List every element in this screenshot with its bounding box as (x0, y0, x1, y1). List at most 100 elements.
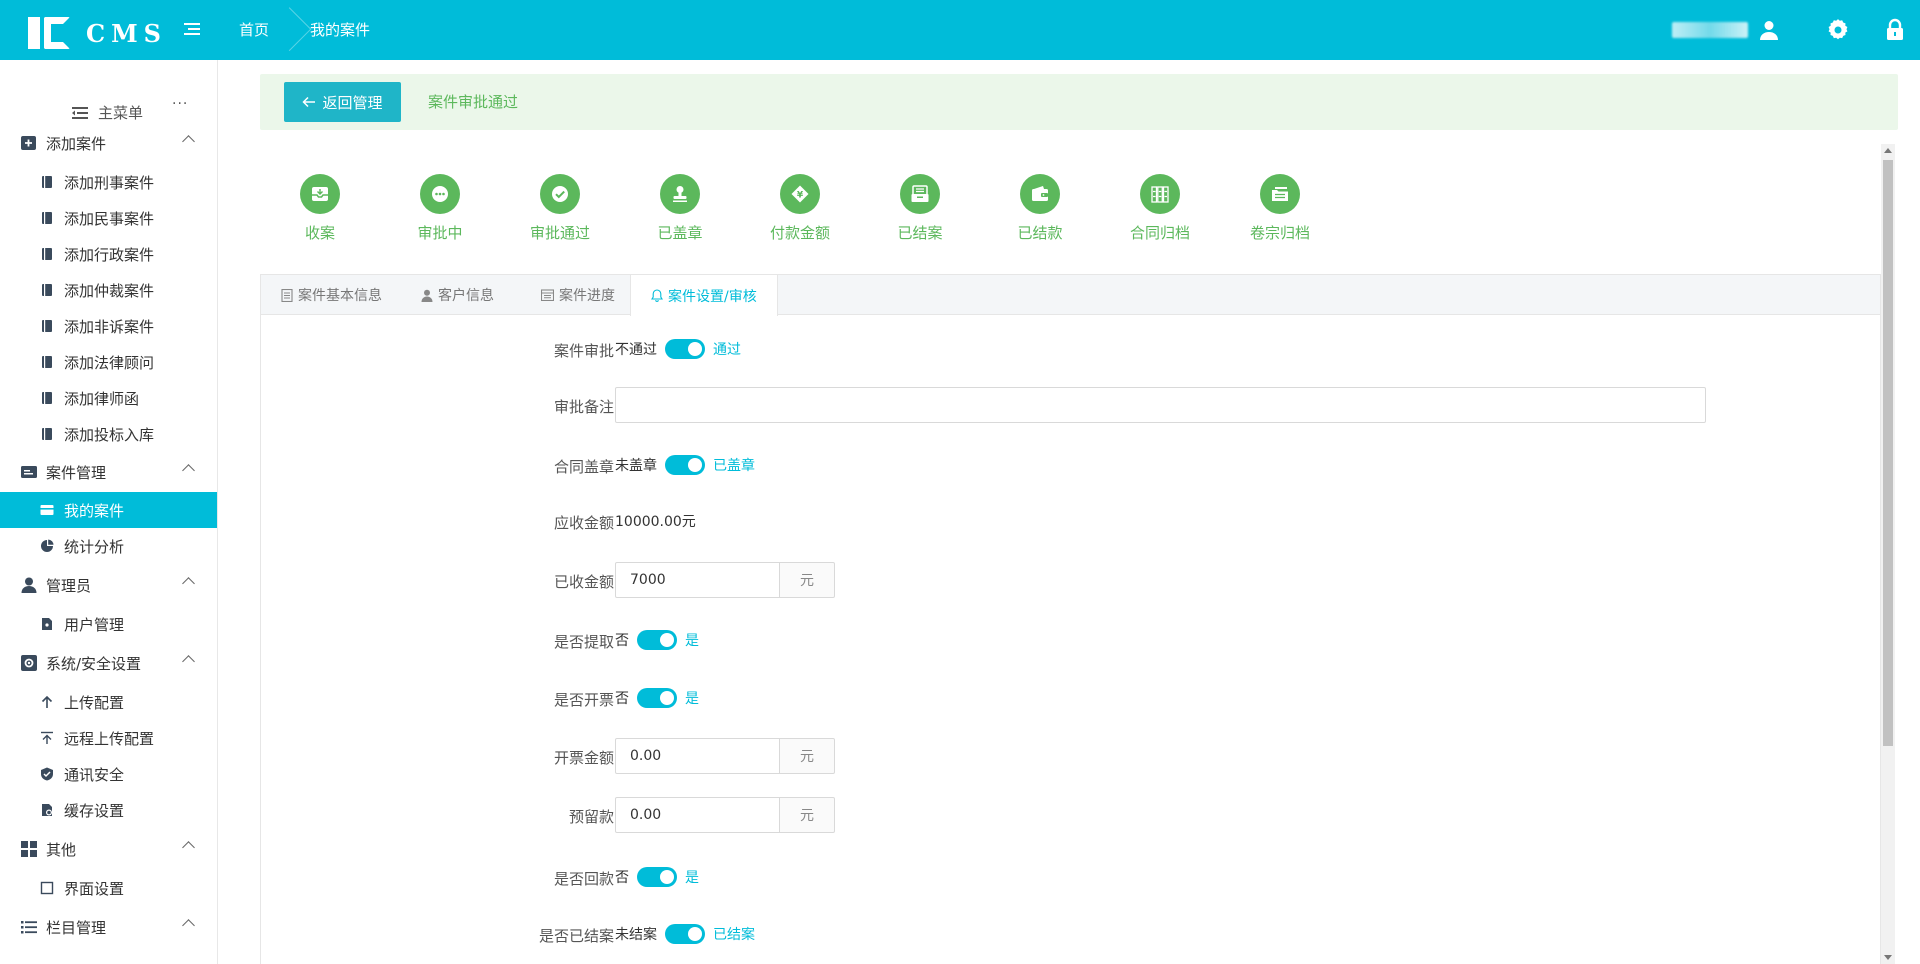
book-icon (42, 392, 52, 404)
received-amount-input[interactable] (615, 562, 780, 598)
main-menu-label: 主菜单 (98, 104, 144, 122)
step-under-review[interactable]: 审批中 (380, 170, 500, 243)
scroll-down-arrow-icon[interactable] (1884, 955, 1892, 960)
field-label: 预留款 (568, 808, 614, 826)
tab-client-info[interactable]: 客户信息 (401, 275, 514, 315)
sidebar-item-label: 添加仲裁案件 (64, 281, 155, 300)
field-label: 应收金额 (553, 514, 614, 532)
tab-basic-info[interactable]: 案件基本信息 (261, 275, 402, 315)
sidebar-item-bidding[interactable]: 添加投标入库 (0, 416, 217, 452)
step-approved[interactable]: 审批通过 (500, 170, 620, 243)
sidebar-item-user-management[interactable]: 用户管理 (0, 606, 217, 642)
scroll-up-arrow-icon[interactable] (1884, 148, 1892, 153)
sidebar-item-label: 添加刑事案件 (64, 173, 155, 192)
step-payment[interactable]: ¥ 付款金额 (740, 170, 860, 243)
sidebar-item-ui-settings[interactable]: 界面设置 (0, 870, 217, 906)
switch-off-text: 否 (615, 870, 629, 886)
more-dots-icon[interactable]: ··· (172, 96, 188, 112)
arrow-left-icon (302, 96, 316, 108)
field-label: 是否开票 (553, 691, 614, 709)
tab-label: 案件设置/审核 (668, 288, 757, 305)
sidebar-item-label: 添加民事案件 (64, 209, 155, 228)
field-label: 已收金额 (553, 573, 614, 591)
step-contract-archived[interactable]: 合同归档 (1100, 170, 1220, 243)
sidebar-item-label: 通讯安全 (64, 765, 125, 784)
sidebar-item-label: 远程上传配置 (64, 729, 155, 748)
sidebar-group-case-management[interactable]: 案件管理 (0, 454, 217, 490)
breadcrumb-home[interactable]: 首页 (239, 0, 269, 60)
sidebar-item-label: 界面设置 (64, 879, 125, 898)
book-icon (42, 320, 52, 332)
case-status-text: 案件审批通过 (428, 93, 519, 111)
form-row-received: 已收金额 元 (261, 560, 1882, 600)
document-icon (281, 288, 293, 302)
sidebar-item-criminal[interactable]: 添加刑事案件 (0, 164, 217, 200)
field-label: 审批备注 (553, 398, 614, 416)
step-dossier-archived[interactable]: 卷宗归档 (1220, 170, 1340, 243)
tab-case-progress[interactable]: 案件进度 (521, 275, 635, 315)
sidebar-item-non-litigation[interactable]: 添加非诉案件 (0, 308, 217, 344)
breadcrumb-current[interactable]: 我的案件 (310, 0, 370, 60)
sidebar-item-upload-config[interactable]: 上传配置 (0, 684, 217, 720)
sidebar-item-arbitration[interactable]: 添加仲裁案件 (0, 272, 217, 308)
back-button-label: 返回管理 (322, 93, 383, 112)
arrow-up-icon (41, 695, 53, 708)
money-icon: ¥ (780, 174, 820, 214)
breadcrumb-separator (280, 0, 294, 60)
sidebar-group-system-security[interactable]: 系统/安全设置 (0, 645, 217, 681)
stamp-switch[interactable] (665, 455, 705, 475)
payback-switch[interactable] (637, 867, 677, 887)
step-stamped[interactable]: 已盖章 (620, 170, 740, 243)
scroll-thumb[interactable] (1883, 160, 1893, 746)
menu-toggle-icon[interactable] (184, 20, 204, 40)
tab-label: 客户信息 (438, 288, 494, 304)
sidebar-item-administrative[interactable]: 添加行政案件 (0, 236, 217, 272)
sidebar-item-my-cases[interactable]: 我的案件 (0, 492, 217, 528)
lock-icon[interactable] (1883, 18, 1907, 42)
back-to-management-button[interactable]: 返回管理 (284, 82, 401, 122)
invoice-switch[interactable] (637, 688, 677, 708)
shield-check-icon (41, 767, 53, 781)
sidebar-item-label: 添加非诉案件 (64, 317, 155, 336)
plus-square-icon (21, 136, 36, 150)
sidebar-item-cache-settings[interactable]: 缓存设置 (0, 792, 217, 828)
sidebar-item-lawyer-letter[interactable]: 添加律师函 (0, 380, 217, 416)
switch-off-text: 否 (615, 633, 629, 649)
step-label: 审批通过 (529, 224, 590, 242)
sidebar-group-column-management[interactable]: 栏目管理 (0, 909, 217, 945)
card-icon (40, 505, 54, 515)
sidebar-group-add-case[interactable]: 添加案件 (0, 125, 217, 161)
closed-switch[interactable] (665, 924, 705, 944)
sidebar-main-menu[interactable]: 主菜单 ··· (72, 96, 187, 123)
book-icon (42, 356, 52, 368)
gear-icon[interactable] (1826, 18, 1850, 42)
sidebar-item-comm-security[interactable]: 通讯安全 (0, 756, 217, 792)
sidebar-item-statistics[interactable]: 统计分析 (0, 528, 217, 564)
user-icon[interactable] (1757, 18, 1781, 42)
invoice-amount-input[interactable] (615, 738, 780, 774)
sidebar-group-other[interactable]: 其他 (0, 831, 217, 867)
sidebar-item-legal-advisor[interactable]: 添加法律顾问 (0, 344, 217, 380)
sidebar-item-civil[interactable]: 添加民事案件 (0, 200, 217, 236)
switch-on-text: 是 (685, 633, 699, 649)
sidebar-group-label: 管理员 (46, 576, 92, 595)
extract-switch[interactable] (637, 630, 677, 650)
approval-remark-input[interactable] (615, 387, 1706, 423)
sidebar-item-remote-upload[interactable]: 远程上传配置 (0, 720, 217, 756)
step-settled[interactable]: 已结款 (980, 170, 1100, 243)
approval-switch[interactable] (665, 339, 705, 359)
logo[interactable]: CMS (28, 16, 167, 50)
step-received[interactable]: 收案 (260, 170, 380, 243)
chevron-up-icon (182, 655, 195, 668)
switch-off-text: 不通过 (615, 342, 657, 358)
step-closed[interactable]: 已结案 (860, 170, 980, 243)
book-icon (42, 212, 52, 224)
reserve-amount-input[interactable] (615, 797, 780, 833)
user-name-blurred[interactable] (1672, 22, 1748, 38)
chevron-up-icon (182, 464, 195, 477)
tab-case-settings-review[interactable]: 案件设置/审核 (630, 275, 778, 316)
main-scrollbar[interactable] (1881, 144, 1895, 964)
field-label: 开票金额 (553, 749, 614, 767)
switch-off-text: 未盖章 (615, 458, 657, 474)
sidebar-group-admin[interactable]: 管理员 (0, 567, 217, 603)
